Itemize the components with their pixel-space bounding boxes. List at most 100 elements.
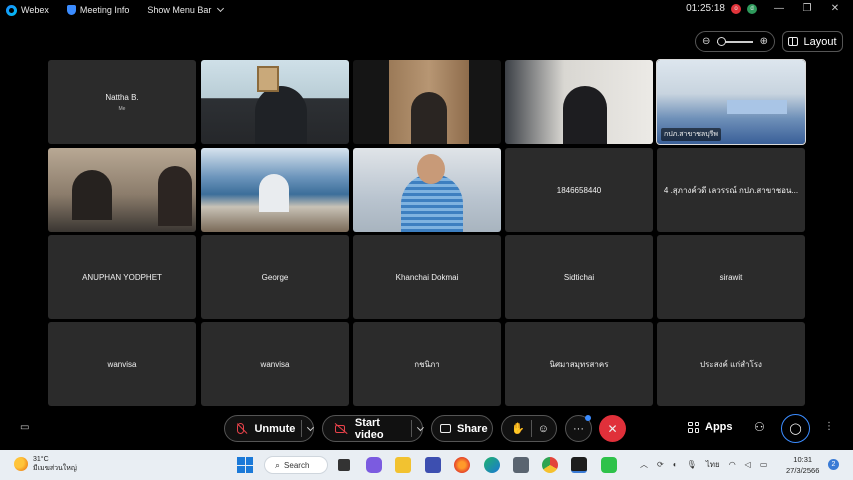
share-label: Share: [457, 422, 488, 435]
task-view-icon[interactable]: [338, 459, 350, 471]
app-name: Webex: [21, 5, 49, 15]
participant-tile[interactable]: 1846658440: [505, 148, 653, 232]
close-window-button[interactable]: ✕: [829, 3, 841, 14]
participant-video-tile[interactable]: [48, 148, 196, 232]
microphone-muted-tray-icon[interactable]: 🎙: [687, 460, 697, 469]
participant-tile[interactable]: George: [201, 235, 349, 319]
reactions-group: ✋ ☺: [501, 415, 557, 442]
user-status-icon: d: [747, 3, 757, 14]
taskbar-search[interactable]: ⌕ Search: [264, 456, 328, 474]
raise-hand-icon[interactable]: ✋: [511, 422, 525, 435]
search-icon: ⌕: [275, 459, 281, 470]
participant-name: George: [261, 272, 289, 282]
participant-video-tile[interactable]: [353, 60, 501, 144]
participant-video-tile-active[interactable]: กปภ.สาขาชลบุรีพ: [656, 59, 806, 145]
zoom-slider[interactable]: ⊖ ⊕: [695, 31, 775, 52]
reactions-icon[interactable]: ☺: [538, 423, 549, 435]
participant-name: กชนิภา: [414, 359, 440, 369]
unmute-button[interactable]: Unmute: [224, 415, 315, 442]
meeting-info-label: Meeting Info: [79, 5, 130, 15]
meeting-info-button[interactable]: Meeting Info: [66, 5, 130, 15]
participant-name: ANUPHAN YODPHET: [82, 272, 162, 282]
minimize-button[interactable]: —: [773, 3, 785, 14]
participant-video-tile[interactable]: [201, 60, 349, 144]
windows-start-icon[interactable]: [237, 457, 253, 473]
sync-icon[interactable]: ⟳: [657, 460, 664, 469]
divider: [410, 420, 412, 437]
chevron-up-icon[interactable]: ︿: [640, 459, 648, 470]
participant-figure: [259, 174, 289, 212]
participant-video-tile[interactable]: [201, 148, 349, 232]
zoom-knob[interactable]: [717, 36, 726, 46]
layout-icon: [788, 37, 799, 46]
recording-indicator-icon: o: [731, 3, 741, 14]
unmute-label: Unmute: [254, 422, 296, 435]
weather-widget[interactable]: 31°C มีเมฆส่วนใหญ่: [14, 455, 77, 473]
participant-video-tile[interactable]: [505, 60, 653, 144]
edge-icon[interactable]: [484, 457, 500, 473]
firefox-icon[interactable]: [454, 457, 470, 473]
share-button[interactable]: Share: [431, 415, 493, 442]
chrome-icon[interactable]: [542, 457, 558, 473]
participant-name: 1846658440: [556, 185, 602, 195]
start-video-button[interactable]: Start video: [322, 415, 424, 442]
participant-tile[interactable]: wanvisa: [201, 322, 349, 406]
system-tray: ︿ ⟳ ◐ 🎙 ไทย ◠ ◁ ▭: [640, 458, 767, 471]
title-bar: Webex Meeting Info Show Menu Bar 01:25:1…: [0, 0, 853, 20]
language-indicator[interactable]: ไทย: [706, 458, 720, 471]
zoom-track[interactable]: [717, 36, 753, 46]
show-menu-bar-button[interactable]: Show Menu Bar: [147, 4, 225, 15]
participant-tile[interactable]: 4 .สุภางค์วดี เลวรรณ์ กปภ.สาขาชอน...: [657, 148, 805, 232]
chevron-down-icon[interactable]: [416, 423, 424, 431]
participant-video-tile[interactable]: [353, 148, 501, 232]
participants-icon[interactable]: ⚇: [754, 420, 765, 434]
participant-tile[interactable]: sirawit: [657, 235, 805, 319]
notification-badge[interactable]: 2: [828, 459, 839, 470]
participant-tile[interactable]: wanvisa: [48, 322, 196, 406]
participant-name: 4 .สุภางค์วดี เลวรรณ์ กปภ.สาขาชอน...: [663, 185, 799, 195]
app-icon[interactable]: [425, 457, 441, 473]
search-label: Search: [284, 460, 310, 470]
more-panels-icon[interactable]: ⋮: [824, 421, 834, 432]
end-call-button[interactable]: ✕: [599, 415, 626, 442]
participant-name: Khanchai Dokmai: [395, 272, 459, 282]
file-explorer-icon[interactable]: [395, 457, 411, 473]
restore-button[interactable]: ❐: [801, 3, 813, 14]
participant-tile[interactable]: นิศมาสมุทรสาคร: [505, 322, 653, 406]
participant-tile[interactable]: Nattha B. Me: [48, 60, 196, 144]
battery-icon[interactable]: ▭: [760, 460, 768, 469]
app-title: Webex: [6, 4, 49, 16]
zoom-out-icon[interactable]: ⊖: [702, 36, 710, 47]
webex-taskbar-icon[interactable]: [571, 457, 587, 473]
participant-tile[interactable]: กชนิภา: [353, 322, 501, 406]
chat-button[interactable]: ◯: [781, 414, 810, 443]
participant-tile[interactable]: ประสงค์ แก่สำโรง: [657, 322, 805, 406]
apps-label: Apps: [705, 421, 733, 433]
participant-tile[interactable]: Sidtichai: [505, 235, 653, 319]
temperature: 31°C: [33, 456, 49, 463]
participant-name: wanvisa: [107, 359, 137, 369]
participant-tile[interactable]: Khanchai Dokmai: [353, 235, 501, 319]
start-video-label: Start video: [354, 416, 384, 441]
layout-button[interactable]: Layout: [782, 31, 843, 52]
participant-figure: [158, 166, 192, 226]
zoom-in-icon[interactable]: ⊕: [760, 36, 768, 47]
captions-icon[interactable]: ▭: [20, 422, 29, 433]
tray-app-icon[interactable]: ◐: [673, 460, 678, 469]
participant-tile[interactable]: ANUPHAN YODPHET: [48, 235, 196, 319]
more-options-notification-dot: [585, 415, 591, 421]
participant-name: กปภ.สาขาชลบุรีพ: [661, 128, 722, 141]
line-icon[interactable]: [601, 457, 617, 473]
more-options-label: ···: [573, 422, 584, 435]
apps-button[interactable]: Apps: [688, 421, 733, 433]
teams-chat-icon[interactable]: [366, 457, 382, 473]
layout-label: Layout: [803, 35, 837, 48]
taskbar-clock[interactable]: 10:31 27/3/2566: [786, 454, 819, 476]
chevron-down-icon[interactable]: [307, 423, 315, 431]
volume-icon[interactable]: ◁: [745, 460, 751, 469]
participant-name: นิศมาสมุทรสาคร: [549, 359, 609, 369]
wifi-icon[interactable]: ◠: [729, 460, 736, 469]
calculator-icon[interactable]: [513, 457, 529, 473]
participant-name: ประสงค์ แก่สำโรง: [700, 359, 762, 369]
meeting-table: [727, 100, 787, 114]
